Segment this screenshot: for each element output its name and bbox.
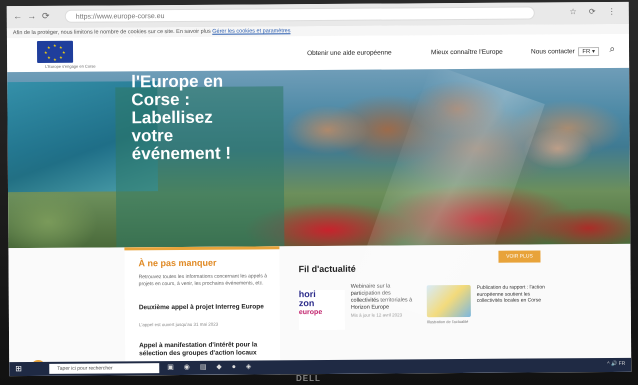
- panel-intro: Retrouvez toutes les informations concer…: [138, 273, 268, 288]
- back-icon[interactable]: ←: [13, 11, 23, 21]
- monitor-bezel: ← → ⟳ https://www.europe-corse.eu ☆ ⟳ ⋮ …: [0, 0, 638, 385]
- news-thumbnail-caption: Illustration de l'actualité: [426, 318, 469, 325]
- news-thumbnail[interactable]: [426, 284, 471, 318]
- hero-title-line: événement !: [131, 143, 232, 164]
- panel-title: À ne pas manquer: [138, 257, 217, 269]
- logo-text-line: europe: [298, 308, 323, 317]
- cookie-notice-text: Afin de la protéger, nous limitons le no…: [12, 28, 211, 37]
- feed-title: Fil d'actualité: [298, 263, 356, 275]
- hero-title-line: Corse :: [131, 89, 191, 110]
- hero-kicker: À la une: [130, 37, 170, 49]
- hero-title-line: l'Europe en: [131, 71, 224, 92]
- system-tray[interactable]: ^ 🔊 FR: [607, 361, 625, 367]
- forward-icon[interactable]: →: [27, 11, 37, 21]
- panel-item-link[interactable]: Deuxième appel à projet Interreg Europe: [139, 303, 274, 312]
- voir-plus-button[interactable]: VOIR PLUS: [498, 250, 541, 263]
- horizon-europe-logo[interactable]: hori zon europe: [298, 289, 345, 331]
- site-header: ★ ★ ★ ★ ★ ★ ★ ★ L'Europe s'engage en Corse Ob…: [6, 33, 630, 73]
- news-title[interactable]: Webinaire sur la participation des colle…: [351, 283, 413, 311]
- panel-item-link[interactable]: Appel à manifestation d'intérêt pour la …: [139, 341, 274, 358]
- news-item-1[interactable]: Webinaire sur la participation des colle…: [351, 283, 413, 318]
- windows-start-icon[interactable]: ⊞: [15, 364, 23, 373]
- search-icon[interactable]: ⌕: [609, 44, 615, 55]
- address-bar[interactable]: https://www.europe-corse.eu: [64, 6, 535, 23]
- logo-caption: L'Europe s'engage en Corse: [45, 63, 96, 69]
- panel-item-subtitle: L'appel est ouvert jusqu'au 31 mai 2023: [138, 321, 219, 328]
- news-title[interactable]: Publication du rapport : l'action europé…: [477, 284, 547, 304]
- reload-icon[interactable]: ⟳: [41, 11, 51, 21]
- hero-title-line: Labellisez: [131, 107, 213, 128]
- hero-banner[interactable]: [7, 67, 631, 249]
- taskbar-search-input[interactable]: Taper ici pour rechercher: [49, 363, 160, 374]
- logo-text-line: zon: [298, 298, 315, 309]
- browser-tools-icons[interactable]: ☆ ⟳ ⋮: [569, 7, 620, 16]
- hero-title[interactable]: Joli mois de l'Europe en Corse : Labelli…: [131, 53, 272, 164]
- hero-rocks-area: [257, 67, 630, 191]
- monitor-brand-logo: DELL: [296, 374, 321, 383]
- menu-item-contact[interactable]: Nous contacter: [531, 48, 575, 55]
- hero-title-line: votre: [131, 126, 174, 146]
- menu-item-aide[interactable]: Obtenir une aide européenne: [307, 49, 392, 57]
- a-ne-pas-manquer-panel: À ne pas manquer Retrouvez toutes les in…: [124, 246, 281, 377]
- language-selector[interactable]: FR ▾: [578, 47, 600, 57]
- menu-item-europe[interactable]: Mieux connaître l'Europe: [431, 49, 503, 57]
- cookie-settings-link[interactable]: Gérer les cookies et paramètres: [212, 28, 290, 35]
- hero-title-line: Joli mois de: [131, 53, 230, 74]
- screen: ← → ⟳ https://www.europe-corse.eu ☆ ⟳ ⋮ …: [6, 1, 632, 377]
- main-content: À ne pas manquer Retrouvez toutes les in…: [8, 243, 632, 377]
- news-meta: Mis à jour le 12 avril 2023: [350, 312, 403, 318]
- taskbar-app-icons[interactable]: ▣ ◉ ▤ ◆ ● ◈: [167, 362, 255, 371]
- eu-flag-icon[interactable]: ★ ★ ★ ★ ★ ★ ★ ★: [36, 40, 74, 63]
